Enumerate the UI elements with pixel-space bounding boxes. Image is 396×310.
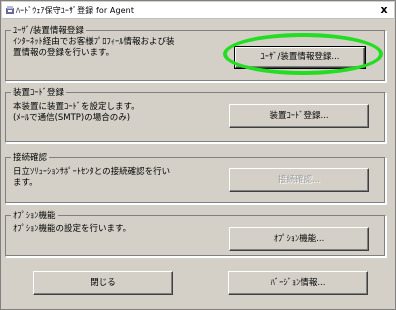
- group-description: ｵﾌﾟｼｮﾝ機能の設定を行います。: [13, 224, 132, 234]
- group-connection-check: 接続確認 日立ｿﾘｭｰｼｮﾝｻﾎﾟｰﾄｾﾝﾀとの接続確認を行い ます。 接続確認…: [5, 151, 386, 204]
- group-user-device-registration: ﾕｰｻﾞ/装置情報登録 ｲﾝﾀｰﾈｯﾄ経由でお客様ﾌﾟﾛﾌｨｰﾙ情報および装 置…: [5, 24, 386, 82]
- group-legend: 接続確認: [11, 151, 50, 163]
- app-icon: [6, 6, 14, 14]
- group-description: 日立ｿﾘｭｰｼｮﾝｻﾎﾟｰﾄｾﾝﾀとの接続確認を行い ます。: [13, 167, 171, 188]
- group-device-code-registration: 装置ｺｰﾄﾞ登録 本装置に装置ｺｰﾄﾞを設定します。 (ﾒｰﾙで通信(SMTP)…: [5, 86, 386, 143]
- close-icon[interactable]: x: [377, 3, 391, 17]
- option-functions-button[interactable]: ｵﾌﾟｼｮﾝ機能...: [229, 227, 369, 251]
- title-bar: ﾊｰﾄﾞｳｪｱ保守ﾕｰｻﾞ登録 for Agent x: [2, 2, 394, 19]
- group-description: 本装置に装置ｺｰﾄﾞを設定します。 (ﾒｰﾙで通信(SMTP)の場合のみ): [13, 102, 140, 123]
- close-button[interactable]: 閉じる: [33, 271, 173, 295]
- connection-check-button[interactable]: 接続確認...: [229, 168, 369, 192]
- version-info-button[interactable]: ﾊﾞｰｼﾞｮﾝ情報...: [228, 271, 368, 295]
- app-window: ﾊｰﾄﾞｳｪｱ保守ﾕｰｻﾞ登録 for Agent x ﾕｰｻﾞ/装置情報登録 …: [0, 0, 396, 310]
- group-legend: ﾕｰｻﾞ/装置情報登録: [11, 24, 86, 36]
- group-option-functions: ｵﾌﾟｼｮﾝ機能 ｵﾌﾟｼｮﾝ機能の設定を行います。 ｵﾌﾟｼｮﾝ機能...: [5, 209, 386, 257]
- window-title: ﾊｰﾄﾞｳｪｱ保守ﾕｰｻﾞ登録 for Agent: [16, 6, 135, 15]
- device-code-registration-button[interactable]: 装置ｺｰﾄﾞ登録...: [229, 104, 369, 128]
- group-legend: 装置ｺｰﾄﾞ登録: [11, 86, 67, 98]
- user-device-registration-button[interactable]: ﾕｰｻﾞ/装置情報登録...: [234, 46, 366, 69]
- group-legend: ｵﾌﾟｼｮﾝ機能: [11, 209, 58, 221]
- group-description: ｲﾝﾀｰﾈｯﾄ経由でお客様ﾌﾟﾛﾌｨｰﾙ情報および装 置情報の登録を行います。: [13, 37, 175, 58]
